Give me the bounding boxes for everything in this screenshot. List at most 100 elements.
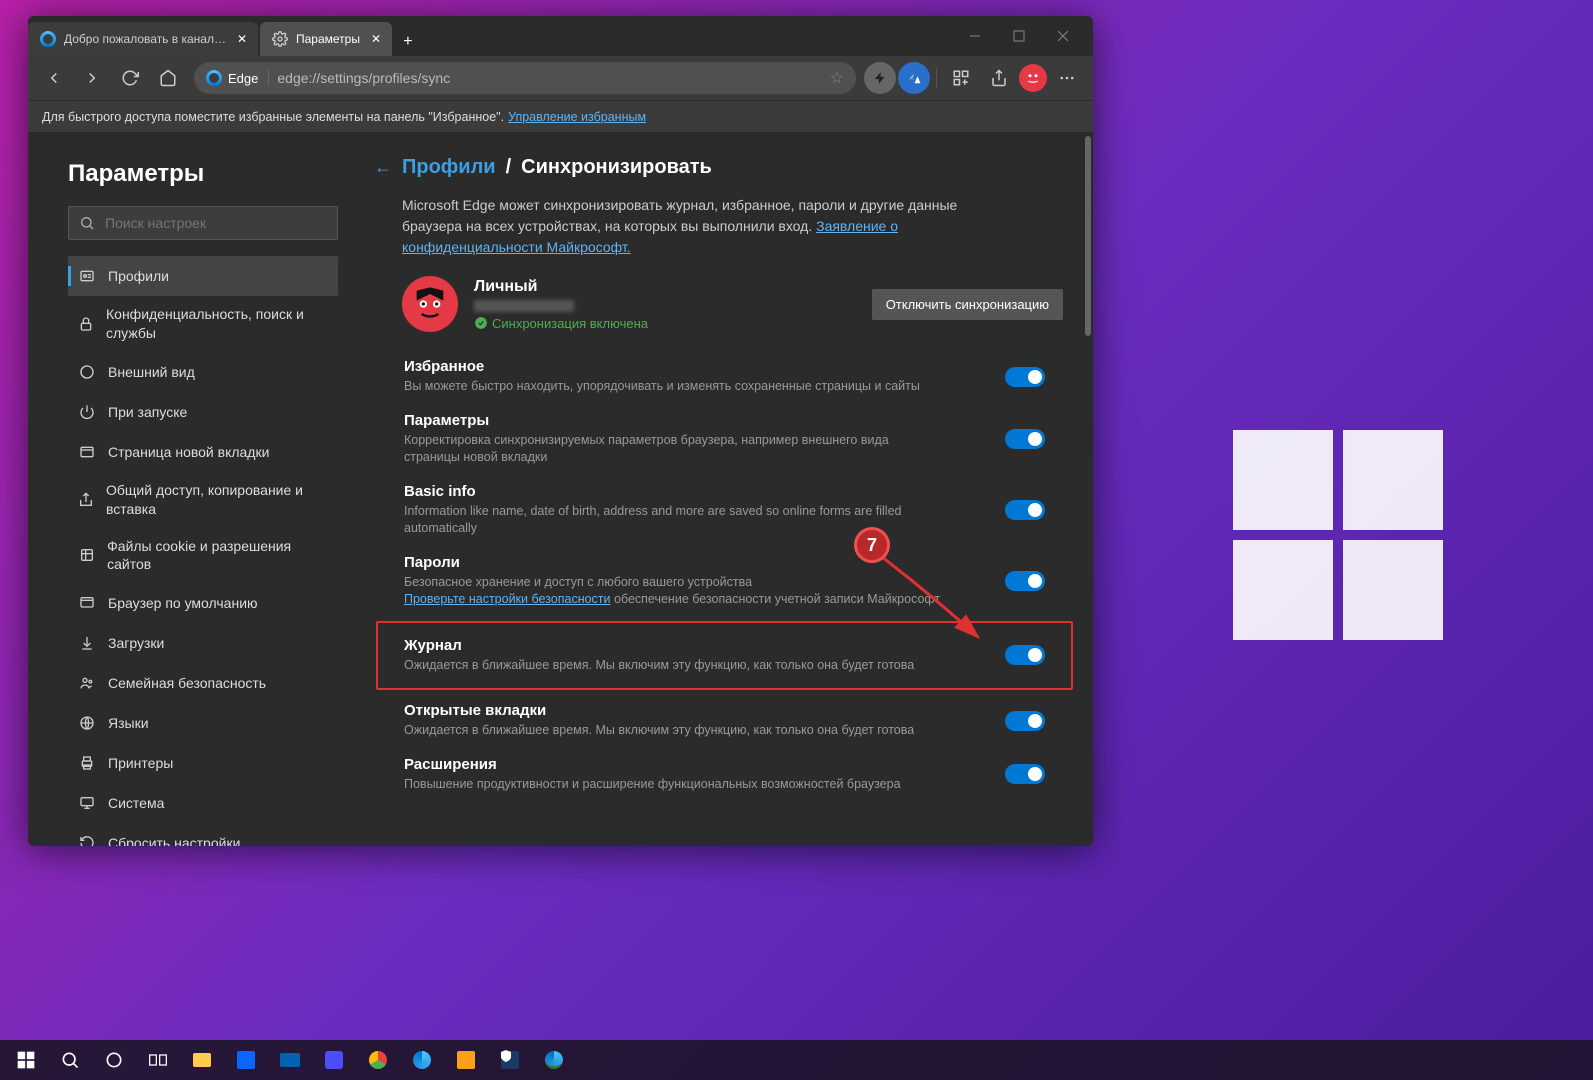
cortana-button[interactable] (94, 1040, 134, 1080)
taskbar-app-chrome[interactable] (358, 1040, 398, 1080)
setting-title: Избранное (404, 358, 920, 375)
sync-setting-3: ПаролиБезопасное хранение и доступ с люб… (376, 546, 1073, 617)
sidebar-item-11[interactable]: Принтеры (68, 743, 338, 783)
refresh-button[interactable] (112, 60, 148, 96)
setting-desc-link[interactable]: Проверьте настройки безопасности (404, 592, 611, 606)
system-icon (78, 795, 96, 811)
gear-icon (272, 31, 288, 47)
start-button[interactable] (6, 1040, 46, 1080)
cookie-icon (78, 547, 95, 563)
sidebar-item-7[interactable]: Браузер по умолчанию (68, 583, 338, 623)
setting-toggle[interactable] (1005, 571, 1045, 591)
download-icon (78, 635, 96, 651)
sidebar-item-0[interactable]: Профили (68, 256, 338, 296)
settings-search-input[interactable] (105, 215, 327, 231)
sidebar-item-label: Общий доступ, копирование и вставка (106, 481, 328, 519)
address-bar[interactable]: Edge ☆ (194, 62, 856, 94)
collections-button[interactable] (943, 60, 979, 96)
sidebar-item-6[interactable]: Файлы cookie и разрешения сайтов (68, 528, 338, 584)
forward-button[interactable] (74, 60, 110, 96)
breadcrumb-slash: / (506, 156, 512, 179)
menu-button[interactable] (1049, 60, 1085, 96)
tab-close-button[interactable]: ✕ (234, 31, 250, 47)
sidebar-item-5[interactable]: Общий доступ, копирование и вставка (68, 472, 338, 528)
sidebar-item-label: Профили (108, 268, 169, 284)
taskbar-app-edge[interactable] (402, 1040, 442, 1080)
windows-desktop-logo (1233, 430, 1443, 640)
setting-desc: Ожидается в ближайшее время. Мы включим … (404, 722, 914, 740)
breadcrumb-root[interactable]: Профили (402, 156, 496, 179)
sidebar-item-4[interactable]: Страница новой вкладки (68, 432, 338, 472)
sidebar-item-label: Страница новой вкладки (108, 444, 269, 460)
disable-sync-button[interactable]: Отключить синхронизацию (872, 289, 1063, 320)
manage-favorites-link[interactable]: Управление избранным (508, 110, 646, 124)
back-button[interactable] (36, 60, 72, 96)
setting-toggle[interactable] (1005, 429, 1045, 449)
sidebar-item-label: Загрузки (108, 635, 164, 651)
sidebar-item-2[interactable]: Внешний вид (68, 352, 338, 392)
home-button[interactable] (150, 60, 186, 96)
profile-avatar-button[interactable] (1019, 64, 1047, 92)
sidebar-item-10[interactable]: Языки (68, 703, 338, 743)
maximize-button[interactable] (997, 19, 1041, 53)
taskbar-app-edge-dev[interactable] (534, 1040, 574, 1080)
lock-icon (78, 316, 94, 332)
search-icon (79, 215, 95, 231)
setting-toggle[interactable] (1005, 764, 1045, 784)
edge-icon (40, 31, 56, 47)
setting-title: Журнал (404, 637, 914, 654)
sidebar-item-3[interactable]: При запуске (68, 392, 338, 432)
setting-toggle[interactable] (1005, 711, 1045, 731)
taskbar-app-mail[interactable] (270, 1040, 310, 1080)
favorite-star-icon[interactable]: ☆ (830, 68, 844, 88)
breadcrumb-back-button[interactable]: ← (374, 157, 392, 178)
printer-icon (78, 755, 96, 771)
favorites-hint-bar: Для быстрого доступа поместите избранные… (28, 100, 1093, 132)
sidebar-item-label: Принтеры (108, 755, 173, 771)
separator (936, 68, 937, 88)
tab-settings[interactable]: Параметры ✕ (260, 22, 392, 56)
url-input[interactable] (277, 70, 821, 86)
task-view-button[interactable] (138, 1040, 178, 1080)
taskbar-app-store[interactable] (226, 1040, 266, 1080)
tab-welcome[interactable]: Добро пожаловать в канал Mic ✕ (28, 22, 258, 56)
setting-toggle[interactable] (1005, 500, 1045, 520)
search-taskbar-button[interactable] (50, 1040, 90, 1080)
share-button[interactable] (981, 60, 1017, 96)
taskbar-app-4[interactable] (446, 1040, 486, 1080)
ext-button-1[interactable] (864, 62, 896, 94)
settings-search[interactable] (68, 206, 338, 240)
sidebar-item-12[interactable]: Система (68, 783, 338, 823)
translate-ext-button[interactable] (898, 62, 930, 94)
sidebar-item-9[interactable]: Семейная безопасность (68, 663, 338, 703)
close-window-button[interactable] (1041, 19, 1085, 53)
sidebar-title: Параметры (68, 160, 368, 188)
sync-setting-0: ИзбранноеВы можете быстро находить, упор… (376, 350, 1073, 404)
sync-settings-list: ИзбранноеВы можете быстро находить, упор… (376, 350, 1073, 801)
browser-toolbar: Edge ☆ (28, 56, 1093, 100)
taskbar-app-bitwarden[interactable] (490, 1040, 530, 1080)
default-icon (78, 595, 96, 611)
setting-title: Расширения (404, 756, 901, 773)
minimize-button[interactable] (953, 19, 997, 53)
setting-toggle[interactable] (1005, 367, 1045, 387)
power-icon (78, 404, 96, 420)
settings-content: Параметры Профили Конфиденциальность, пои… (28, 132, 1093, 846)
taskbar-app-explorer[interactable] (182, 1040, 222, 1080)
profile-avatar-large (402, 276, 458, 332)
language-icon (78, 715, 96, 731)
sidebar-item-13[interactable]: Сбросить настройки (68, 823, 338, 846)
tab-close-button[interactable]: ✕ (368, 31, 384, 47)
profile-info: Личный Синхронизация включена (474, 278, 856, 331)
taskbar-app-photos[interactable] (314, 1040, 354, 1080)
setting-toggle[interactable] (1005, 645, 1045, 665)
family-icon (78, 675, 96, 691)
sidebar-item-8[interactable]: Загрузки (68, 623, 338, 663)
new-tab-button[interactable]: + (394, 28, 422, 56)
newtab-icon (78, 444, 96, 460)
profile-email-blurred (474, 300, 574, 312)
sidebar-item-1[interactable]: Конфиденциальность, поиск и службы (68, 296, 338, 352)
sync-status-label: Синхронизация включена (492, 316, 648, 331)
share-icon (78, 492, 94, 508)
edge-icon (206, 70, 222, 86)
